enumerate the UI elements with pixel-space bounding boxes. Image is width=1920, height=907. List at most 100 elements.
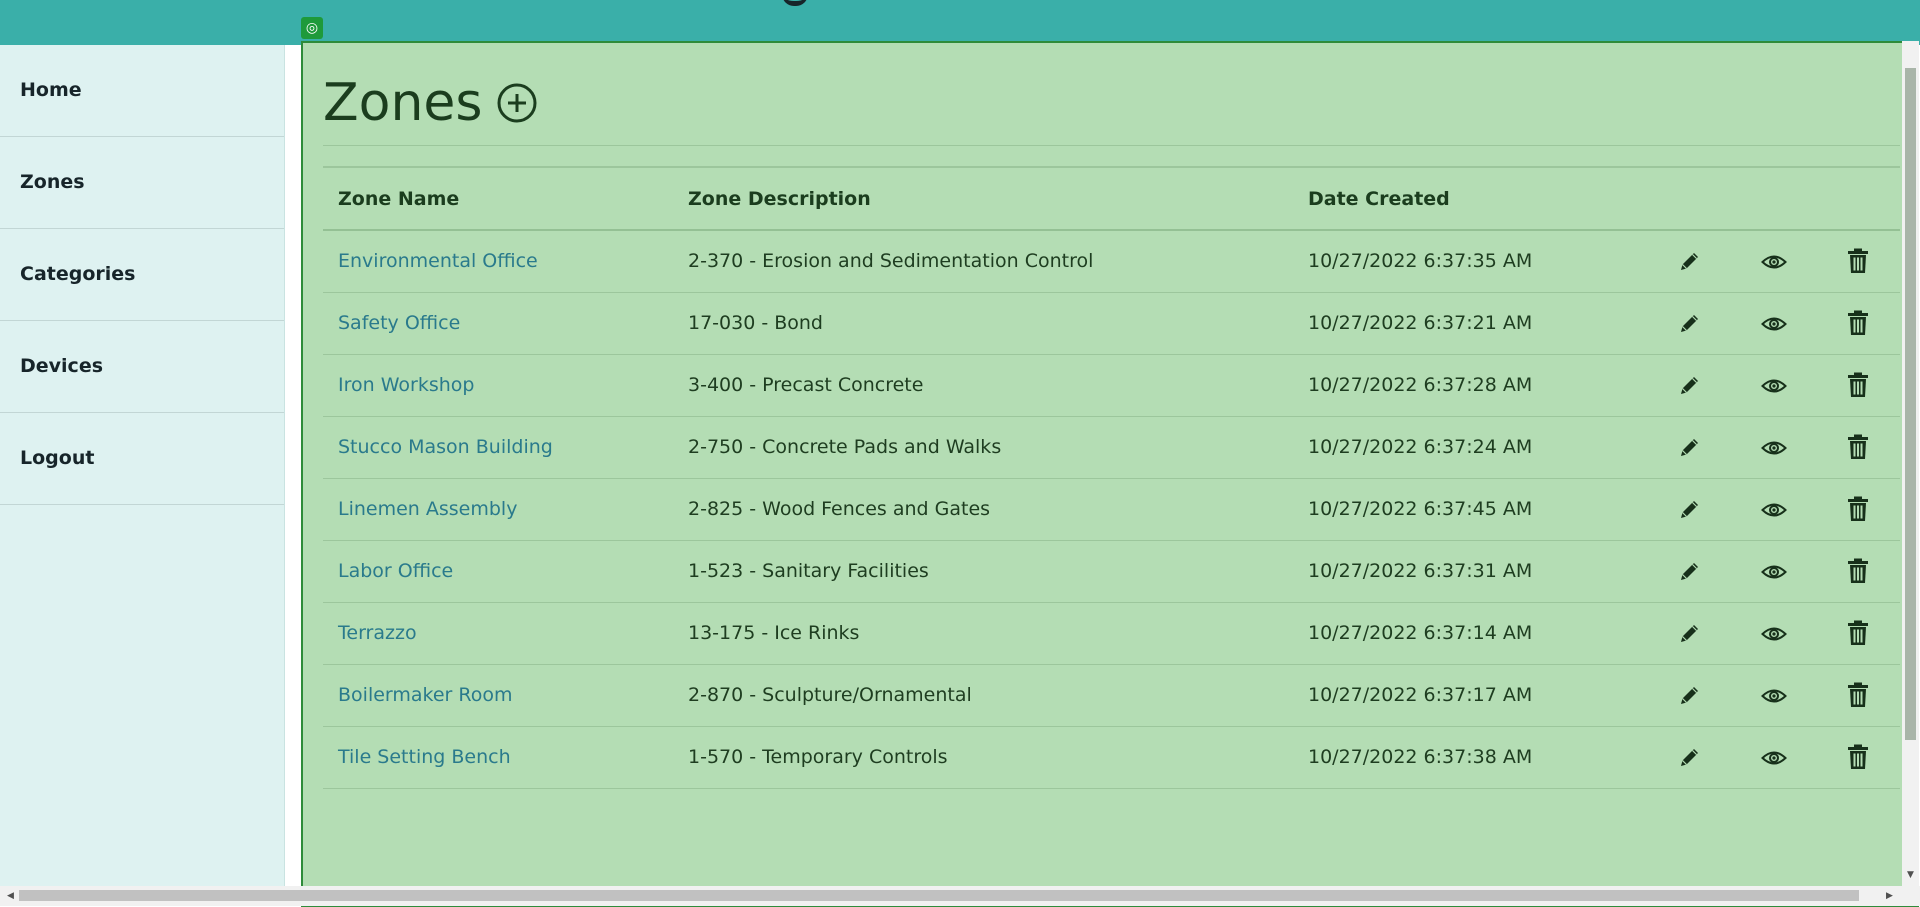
sidebar-item-devices[interactable]: Devices	[0, 321, 284, 413]
view-button[interactable]	[1732, 416, 1816, 479]
zone-name-link[interactable]: Labor Office	[338, 560, 453, 582]
eye-icon[interactable]	[1761, 560, 1787, 582]
date-created-cell: 10/27/2022 6:37:14 AM	[1293, 602, 1648, 665]
pencil-icon[interactable]	[1678, 250, 1702, 272]
zone-description-cell: 2-870 - Sculpture/Ornamental	[673, 664, 1293, 727]
header-divider	[323, 145, 1900, 146]
sidebar-item-home[interactable]: Home	[0, 45, 284, 137]
edit-button[interactable]	[1648, 540, 1732, 603]
pencil-icon[interactable]	[1678, 312, 1702, 334]
table-row: Labor Office 1-523 - Sanitary Facilities 1…	[323, 540, 1900, 603]
delete-button[interactable]	[1816, 726, 1900, 789]
view-button[interactable]	[1732, 602, 1816, 665]
zone-name-link[interactable]: Terrazzo	[338, 622, 417, 644]
zone-name-link[interactable]: Environmental Office	[338, 250, 538, 272]
zone-description-cell: 3-400 - Precast Concrete	[673, 354, 1293, 417]
trash-icon[interactable]	[1846, 372, 1870, 397]
view-button[interactable]	[1732, 478, 1816, 541]
zone-description-cell: 1-523 - Sanitary Facilities	[673, 540, 1293, 603]
pencil-icon[interactable]	[1678, 498, 1702, 520]
eye-icon[interactable]	[1761, 498, 1787, 520]
pencil-icon[interactable]	[1678, 622, 1702, 644]
view-button[interactable]	[1732, 726, 1816, 789]
pencil-icon[interactable]	[1678, 436, 1702, 458]
trash-icon[interactable]	[1846, 310, 1870, 335]
eye-icon[interactable]	[1761, 312, 1787, 334]
date-created-cell: 10/27/2022 6:37:35 AM	[1293, 230, 1648, 293]
edit-button[interactable]	[1648, 602, 1732, 665]
column-header-zone-description: Zone Description	[673, 167, 1293, 231]
eye-icon[interactable]	[1761, 746, 1787, 768]
trash-icon[interactable]	[1846, 496, 1870, 521]
edit-button[interactable]	[1648, 478, 1732, 541]
delete-button[interactable]	[1816, 354, 1900, 417]
delete-button[interactable]	[1816, 230, 1900, 293]
date-created-cell: 10/27/2022 6:37:21 AM	[1293, 292, 1648, 355]
sidebar-item-categories[interactable]: Categories	[0, 229, 284, 321]
delete-button[interactable]	[1816, 664, 1900, 727]
trash-icon[interactable]	[1846, 558, 1870, 583]
eye-icon[interactable]	[1761, 374, 1787, 396]
eye-icon[interactable]	[1761, 684, 1787, 706]
scroll-left-arrow-icon[interactable]: ◀	[3, 888, 18, 904]
trash-icon[interactable]	[1846, 434, 1870, 459]
eye-icon[interactable]	[1761, 250, 1787, 272]
delete-button[interactable]	[1816, 602, 1900, 665]
delete-button[interactable]	[1816, 416, 1900, 479]
pencil-icon[interactable]	[1678, 684, 1702, 706]
vertical-scrollbar-thumb[interactable]	[1905, 68, 1916, 740]
scroll-right-arrow-icon[interactable]: ▶	[1882, 888, 1897, 904]
zone-name-link[interactable]: Stucco Mason Building	[338, 436, 553, 458]
eye-icon[interactable]	[1761, 622, 1787, 644]
zone-description-cell: 13-175 - Ice Rinks	[673, 602, 1293, 665]
edit-button[interactable]	[1648, 726, 1732, 789]
horizontal-scrollbar-thumb[interactable]	[19, 890, 1859, 901]
table-header-row: Zone Name Zone Description Date Created	[323, 167, 1900, 231]
pencil-icon[interactable]	[1678, 374, 1702, 396]
delete-button[interactable]	[1816, 478, 1900, 541]
table-row: Iron Workshop 3-400 - Precast Concrete 10/…	[323, 354, 1900, 417]
delete-button[interactable]	[1816, 540, 1900, 603]
zone-name-link[interactable]: Linemen Assembly	[338, 498, 517, 520]
zone-name-cell: Environmental Office	[323, 230, 673, 293]
zone-description-cell: 2-370 - Erosion and Sedimentation Contro…	[673, 230, 1293, 293]
zone-name-link[interactable]: Tile Setting Bench	[338, 746, 511, 768]
table-row: Tile Setting Bench 1-570 - Temporary Cont…	[323, 726, 1900, 789]
sidebar-item-logout[interactable]: Logout	[0, 413, 284, 505]
delete-button[interactable]	[1816, 292, 1900, 355]
view-button[interactable]	[1732, 354, 1816, 417]
column-header-delete	[1816, 167, 1900, 231]
zone-name-link[interactable]: Iron Workshop	[338, 374, 474, 396]
zone-name-cell: Linemen Assembly	[323, 478, 673, 541]
table-row: Terrazzo 13-175 - Ice Rinks 10/27/2022 6:3…	[323, 602, 1900, 665]
pencil-icon[interactable]	[1678, 560, 1702, 582]
trash-icon[interactable]	[1846, 248, 1870, 274]
column-header-zone-name: Zone Name	[323, 167, 673, 231]
zone-description-cell: 1-570 - Temporary Controls	[673, 726, 1293, 789]
edit-button[interactable]	[1648, 354, 1732, 417]
edit-button[interactable]	[1648, 230, 1732, 293]
top-header-bar	[0, 0, 1920, 45]
sidebar-item-zones[interactable]: Zones	[0, 137, 284, 229]
trash-icon[interactable]	[1846, 682, 1870, 707]
table-row: Linemen Assembly 2-825 - Wood Fences and …	[323, 478, 1900, 541]
edit-button[interactable]	[1648, 664, 1732, 727]
zone-name-cell: Iron Workshop	[323, 354, 673, 417]
edit-button[interactable]	[1648, 292, 1732, 355]
view-button[interactable]	[1732, 292, 1816, 355]
add-zone-button[interactable]	[496, 82, 538, 124]
eye-icon[interactable]	[1761, 436, 1787, 458]
scroll-down-arrow-icon[interactable]: ▼	[1903, 868, 1918, 883]
view-button[interactable]	[1732, 664, 1816, 727]
trash-icon[interactable]	[1846, 620, 1870, 645]
view-button[interactable]	[1732, 230, 1816, 293]
edit-button[interactable]	[1648, 416, 1732, 479]
page-title: Zones	[323, 73, 483, 133]
pencil-icon[interactable]	[1678, 746, 1702, 768]
zone-name-link[interactable]: Safety Office	[338, 312, 460, 334]
zone-name-cell: Terrazzo	[323, 602, 673, 665]
view-button[interactable]	[1732, 540, 1816, 603]
trash-icon[interactable]	[1846, 744, 1870, 769]
zones-table-body: Environmental Office 2-370 - Erosion and …	[323, 230, 1900, 789]
zone-name-link[interactable]: Boilermaker Room	[338, 684, 513, 706]
